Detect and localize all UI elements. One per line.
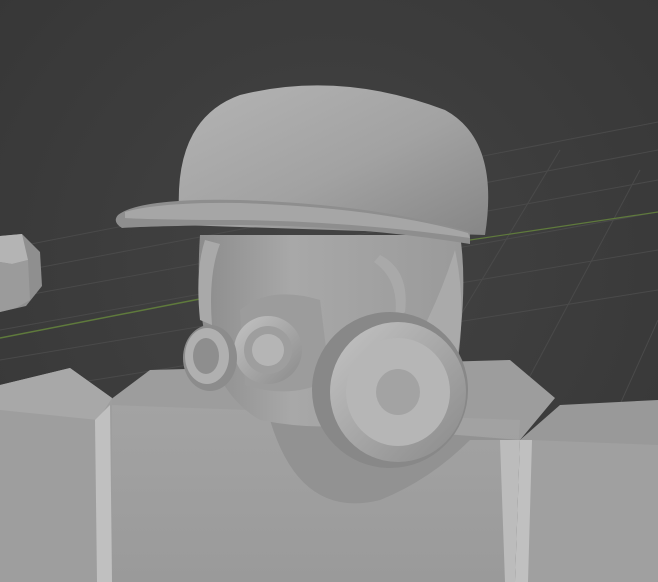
x-axis-line-far bbox=[469, 211, 658, 241]
right-filter[interactable] bbox=[312, 312, 468, 468]
left-arm[interactable] bbox=[0, 368, 112, 582]
right-arm[interactable] bbox=[515, 400, 658, 582]
cap[interactable] bbox=[115, 85, 489, 244]
viewport-scene bbox=[0, 85, 658, 582]
x-axis-line bbox=[0, 296, 211, 339]
left-filter[interactable] bbox=[183, 325, 237, 391]
partial-object-left[interactable] bbox=[0, 234, 42, 312]
3d-viewport[interactable] bbox=[0, 0, 658, 582]
